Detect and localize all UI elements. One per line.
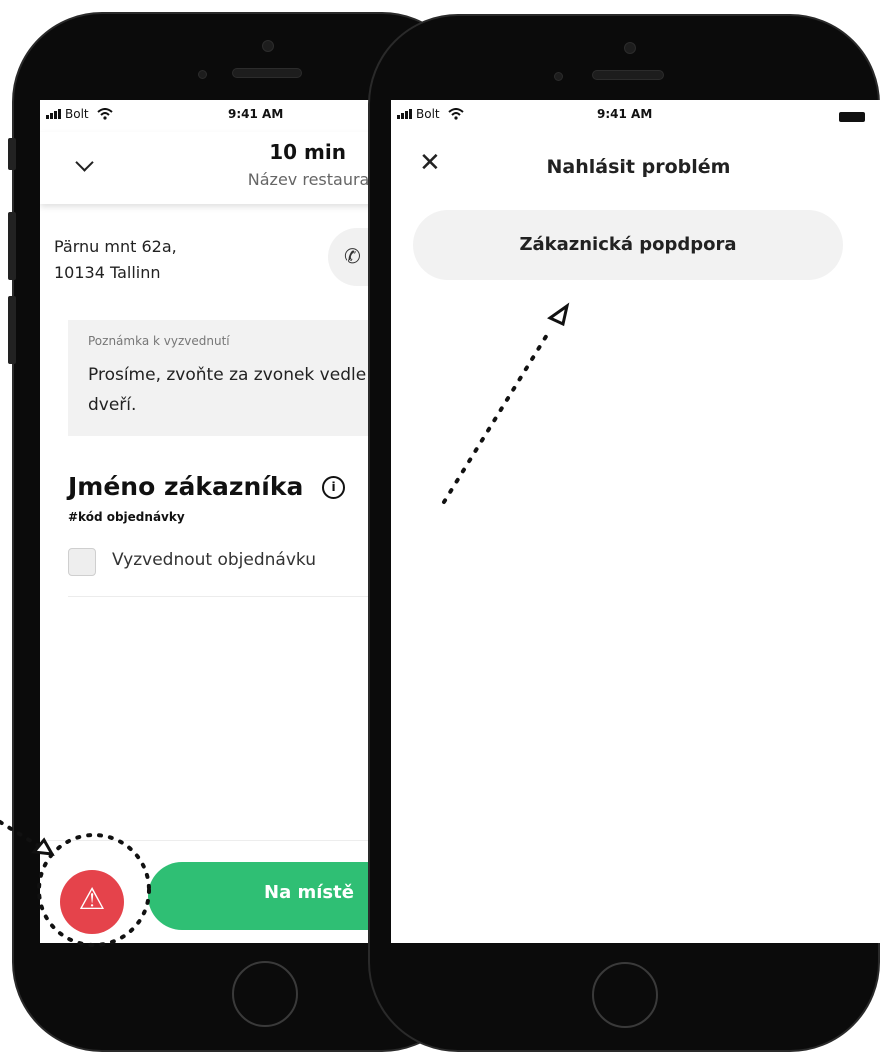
signal-icon [46, 109, 61, 119]
pickup-address: Pärnu mnt 62a, 10134 Tallinn [54, 234, 177, 286]
customer-support-label: Zákaznická popdpora [519, 234, 737, 255]
earpiece-speaker [592, 70, 664, 80]
phone-icon: ✆ [344, 244, 361, 268]
report-problem-screen: Bolt 9:41 AM ✕ Nahlásit problém Zákaznic… [391, 100, 886, 943]
carrier-name: Bolt [65, 107, 89, 121]
order-code: #kód objednávky [68, 510, 185, 524]
battery-icon [839, 112, 865, 122]
warning-icon: ⚠ [78, 882, 106, 917]
pickup-checkbox-label[interactable]: Vyzvednout objednávku [112, 550, 316, 570]
status-time: 9:41 AM [597, 107, 653, 121]
status-bar: Bolt 9:41 AM [391, 100, 886, 132]
customer-support-button[interactable]: Zákaznická popdpora [413, 210, 843, 280]
eta-label: 10 min [269, 140, 346, 164]
status-time: 9:41 AM [228, 107, 284, 121]
arrived-button[interactable]: Na místě [148, 862, 380, 930]
pickup-note-text: Prosíme, zvoňte za zvonek vedle dveří. [88, 365, 367, 415]
volume-up-button [8, 212, 16, 280]
customer-name: Jméno zákazníka [68, 472, 304, 501]
volume-down-button [8, 296, 16, 364]
info-icon[interactable]: i [322, 476, 345, 499]
address-line-1: Pärnu mnt 62a, [54, 237, 177, 256]
arrived-button-label: Na místě [264, 882, 354, 903]
carrier-indicator: Bolt [397, 107, 464, 121]
restaurant-name: Název restaurace [247, 170, 380, 189]
divider [68, 596, 380, 597]
pickup-note: Poznámka k vyzvednutí Prosíme, zvoňte za… [68, 320, 380, 436]
pickup-note-label: Poznámka k vyzvednutí [88, 334, 230, 348]
proximity-sensor [198, 70, 207, 79]
front-camera [262, 40, 274, 52]
wifi-icon [447, 108, 464, 120]
report-problem-button[interactable]: ⚠ [60, 870, 124, 934]
modal-title: Nahlásit problém [546, 156, 731, 178]
status-bar: Bolt 9:41 AM [40, 100, 380, 132]
signal-icon [397, 109, 412, 119]
carrier-name: Bolt [416, 107, 440, 121]
proximity-sensor [554, 72, 563, 81]
mute-switch [8, 138, 16, 170]
carrier-indicator: Bolt [46, 107, 113, 121]
order-detail-screen: Bolt 9:41 AM 10 min Název restaurace Pär… [40, 100, 380, 943]
front-camera [624, 42, 636, 54]
pickup-checkbox[interactable] [68, 548, 96, 576]
wifi-icon [96, 108, 113, 120]
home-button[interactable] [232, 961, 298, 1027]
home-button[interactable] [592, 962, 658, 1028]
earpiece-speaker [232, 68, 302, 78]
address-line-2: 10134 Tallinn [54, 263, 161, 282]
